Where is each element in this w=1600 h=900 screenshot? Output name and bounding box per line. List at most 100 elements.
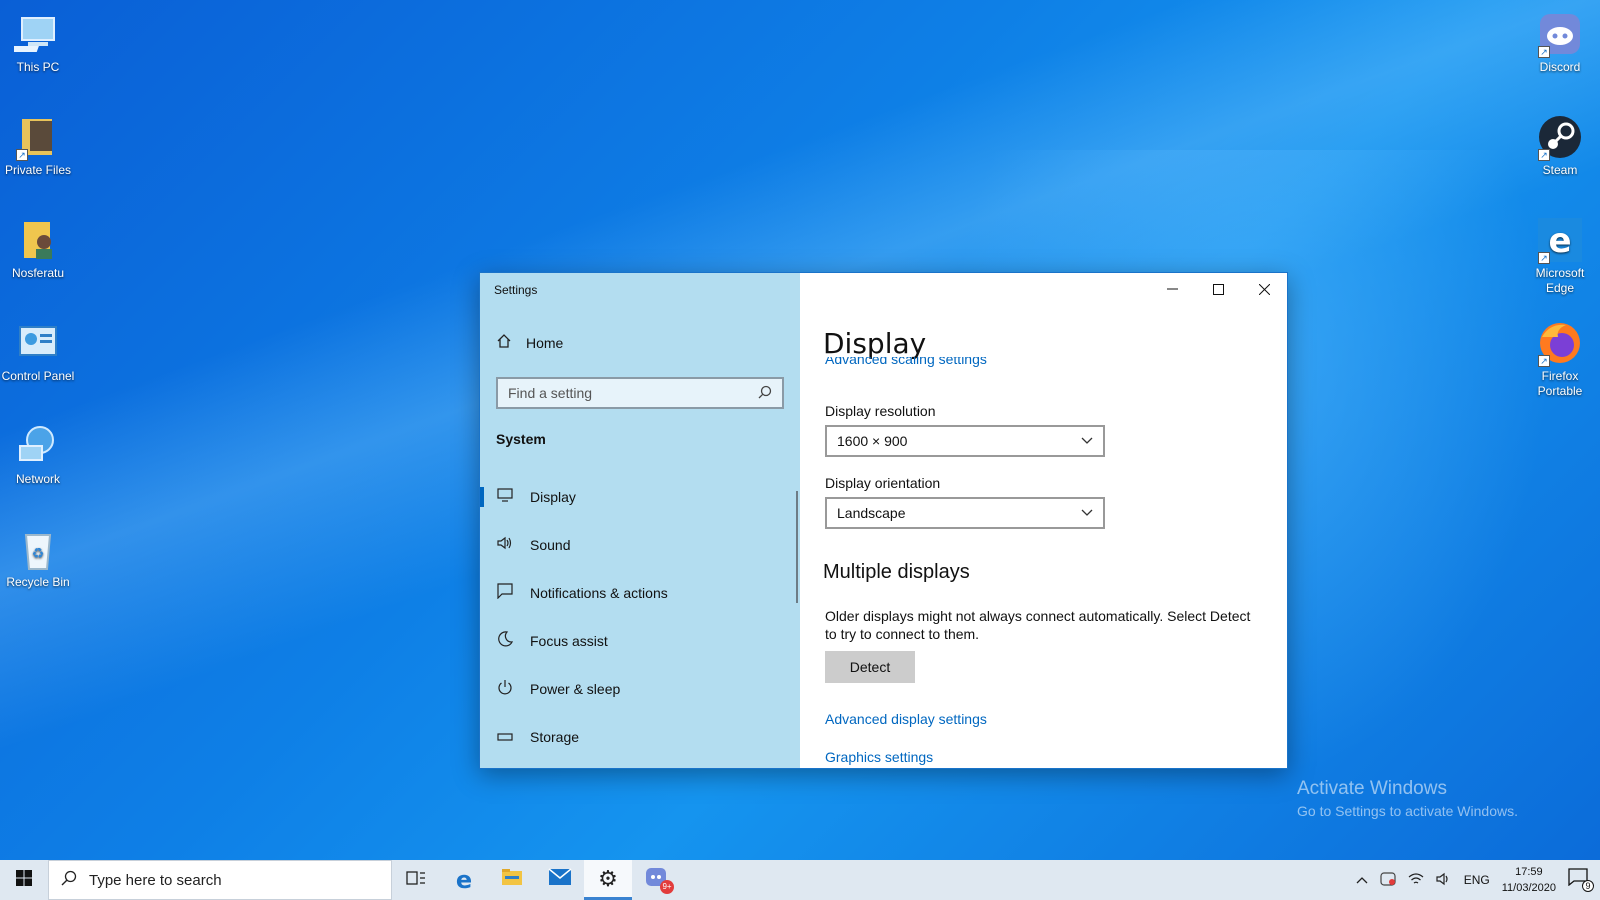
this-pc-icon	[8, 10, 62, 58]
multiple-displays-heading: Multiple displays	[823, 561, 970, 583]
firefox-icon: ↗	[1536, 319, 1584, 367]
clock[interactable]: 17:59 11/03/2020	[1502, 864, 1556, 896]
settings-content: Display Advanced scaling settings Displa…	[823, 273, 1283, 768]
advanced-display-settings-link[interactable]: Advanced display settings	[825, 711, 987, 727]
speaker-icon	[496, 536, 514, 554]
orientation-dropdown[interactable]: Landscape	[825, 497, 1105, 529]
desktop-icon-nosferatu[interactable]: Nosferatu	[0, 216, 76, 281]
taskbar-search-box[interactable]: Type here to search	[48, 860, 392, 900]
nav-item-display[interactable]: Display	[480, 473, 796, 521]
activate-subtitle: Go to Settings to activate Windows.	[1297, 803, 1518, 819]
svg-text:e: e	[1548, 221, 1571, 261]
edge-icon: e ↗	[1536, 216, 1584, 264]
desktop-icon-steam[interactable]: ↗ Steam	[1522, 113, 1598, 178]
detect-button[interactable]: Detect	[825, 651, 915, 683]
resolution-label: Display resolution	[825, 403, 936, 419]
nav-label: Sound	[530, 537, 571, 553]
taskbar-discord[interactable]: 9+	[632, 860, 680, 900]
resolution-value: 1600 × 900	[837, 433, 908, 449]
power-icon	[496, 679, 514, 699]
language-indicator[interactable]: ENG	[1464, 873, 1490, 887]
settings-sidebar: Settings Home Find a setting System Disp…	[480, 273, 800, 768]
discord-badge: 9+	[660, 880, 674, 894]
search-icon	[61, 870, 77, 890]
nav-item-notifications[interactable]: Notifications & actions	[480, 569, 796, 617]
search-icon	[758, 385, 772, 402]
control-panel-icon	[14, 319, 62, 367]
settings-gear-icon: ⚙	[598, 865, 618, 891]
steam-icon: ↗	[1536, 113, 1584, 161]
system-tray: ENG 17:59 11/03/2020 9	[1356, 864, 1600, 896]
advanced-scaling-link[interactable]: Advanced scaling settings	[825, 357, 987, 369]
notification-count: 9	[1582, 880, 1594, 892]
home-label: Home	[526, 334, 564, 351]
notifications-icon	[496, 583, 514, 603]
nav-item-storage[interactable]: Storage	[480, 713, 796, 761]
taskbar-edge[interactable]: e	[440, 860, 488, 900]
nav-label: Notifications & actions	[530, 585, 668, 601]
graphics-settings-link[interactable]: Graphics settings	[825, 749, 933, 765]
taskbar-search-placeholder: Type here to search	[89, 871, 222, 889]
desktop-icon-discord[interactable]: ↗ Discord	[1522, 10, 1598, 75]
home-icon	[496, 333, 512, 352]
taskbar-mail[interactable]	[536, 860, 584, 900]
edge-icon: e	[455, 866, 473, 894]
activation-watermark: Activate Windows Go to Settings to activ…	[1297, 778, 1518, 819]
task-view-button[interactable]	[392, 860, 440, 900]
desktop-icon-edge[interactable]: e ↗ Microsoft Edge	[1522, 216, 1598, 296]
settings-window: Settings Home Find a setting System Disp…	[479, 272, 1288, 769]
taskbar: Type here to search e ⚙ 9+ ENG 17:59 11/…	[0, 860, 1600, 900]
folder-user-icon	[14, 216, 62, 264]
chevron-down-icon	[1081, 506, 1093, 520]
taskbar-settings[interactable]: ⚙	[584, 860, 632, 900]
discord-tray-icon[interactable]	[1380, 871, 1396, 889]
discord-icon: ↗	[1536, 10, 1584, 58]
svg-text:♻: ♻	[32, 545, 45, 561]
mail-icon	[548, 868, 572, 892]
volume-icon[interactable]	[1436, 872, 1452, 889]
recycle-bin-icon: ♻	[14, 525, 62, 573]
window-title: Settings	[494, 283, 538, 297]
clock-date: 11/03/2020	[1501, 882, 1556, 894]
sidebar-scrollbar[interactable]	[796, 491, 798, 603]
multiple-displays-description: Older displays might not always connect …	[825, 608, 1251, 642]
monitor-icon	[496, 488, 514, 506]
desktop-icon-private-files[interactable]: ↗ Private Files	[0, 113, 76, 178]
activate-title: Activate Windows	[1297, 778, 1447, 799]
settings-nav: Display Sound Notifications & actions Fo…	[480, 473, 796, 761]
clock-time: 17:59	[1515, 866, 1543, 878]
resolution-dropdown[interactable]: 1600 × 900	[825, 425, 1105, 457]
nav-label: Display	[530, 489, 576, 505]
orientation-value: Landscape	[837, 505, 906, 521]
file-explorer-icon	[501, 868, 523, 892]
desktop-icon-recycle-bin[interactable]: ♻ Recycle Bin	[0, 525, 76, 590]
chevron-up-icon[interactable]	[1356, 873, 1368, 887]
advanced-scaling-label: Advanced scaling settings	[825, 357, 987, 367]
page-title: Display	[823, 327, 927, 360]
nav-item-sound[interactable]: Sound	[480, 521, 796, 569]
nav-label: Power & sleep	[530, 681, 621, 697]
wifi-icon[interactable]	[1408, 872, 1424, 889]
moon-icon	[496, 631, 514, 651]
find-setting-input[interactable]: Find a setting	[496, 377, 784, 409]
taskbar-file-explorer[interactable]	[488, 860, 536, 900]
network-icon	[14, 422, 62, 470]
orientation-label: Display orientation	[825, 475, 941, 491]
desktop-icon-network[interactable]: Network	[0, 422, 76, 487]
nav-item-power-sleep[interactable]: Power & sleep	[480, 665, 796, 713]
chevron-down-icon	[1081, 434, 1093, 448]
desktop-icon-firefox[interactable]: ↗ Firefox Portable	[1522, 319, 1598, 399]
start-button[interactable]	[0, 860, 48, 900]
search-placeholder: Find a setting	[508, 385, 593, 401]
nav-label: Storage	[530, 729, 580, 745]
storage-icon	[496, 729, 514, 746]
action-center-button[interactable]: 9	[1568, 868, 1594, 892]
desktop-icon-this-pc[interactable]: This PC	[0, 10, 76, 75]
nav-home[interactable]: Home	[496, 333, 563, 352]
desktop-icon-control-panel[interactable]: Control Panel	[0, 319, 76, 384]
windows-logo-icon	[16, 869, 32, 891]
task-view-icon	[406, 869, 426, 892]
nav-label: Focus assist	[530, 633, 608, 649]
nav-item-focus-assist[interactable]: Focus assist	[480, 617, 796, 665]
section-label-system: System	[496, 431, 546, 447]
